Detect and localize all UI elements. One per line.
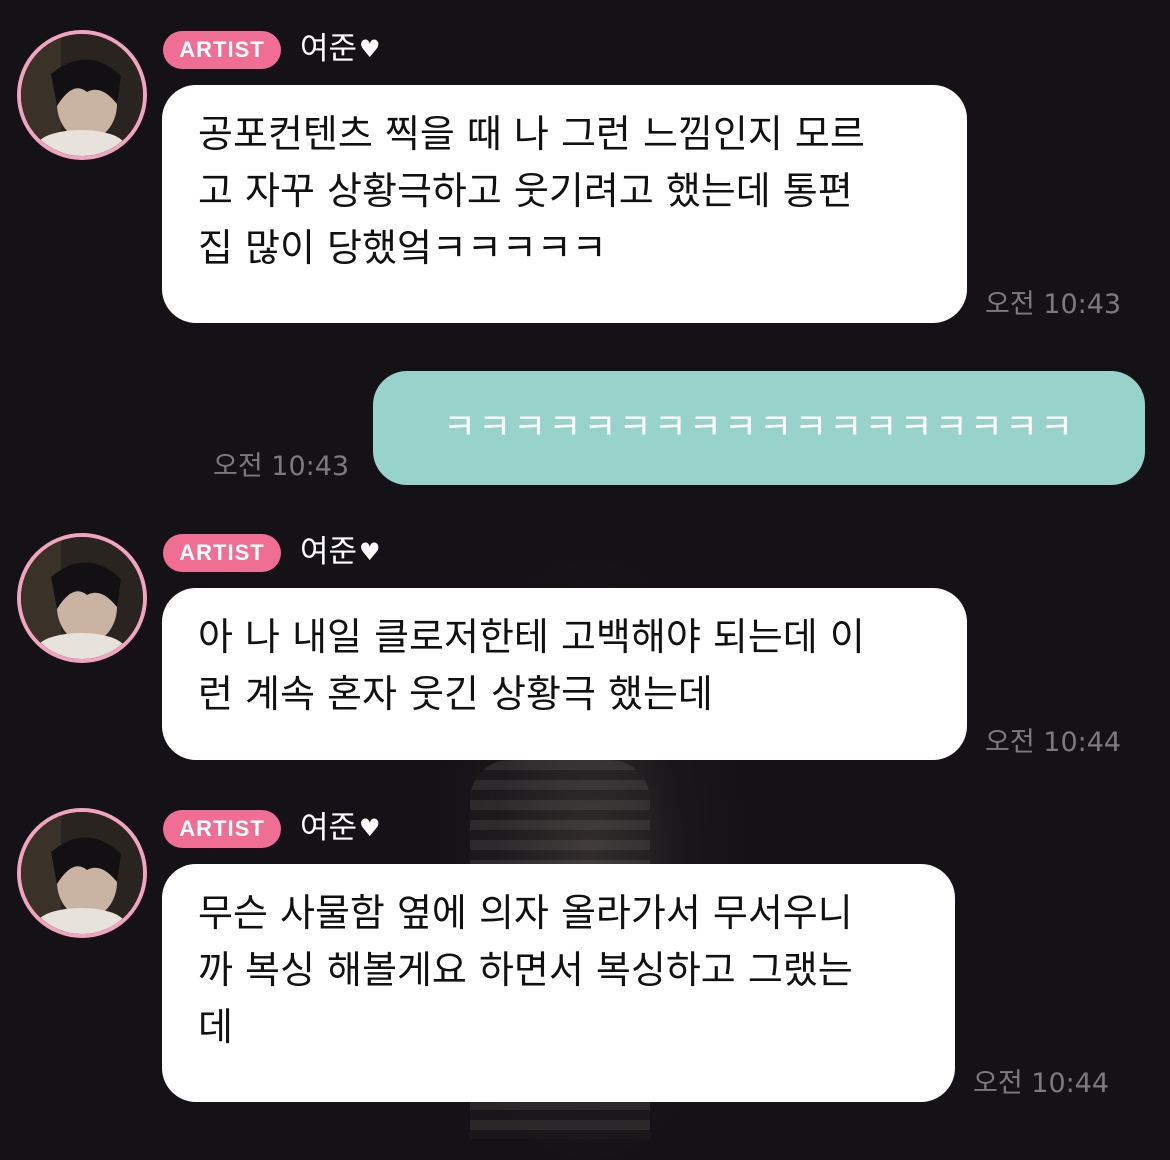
message-timestamp: 오전 10:43 bbox=[213, 451, 350, 482]
artist-avatar[interactable] bbox=[17, 808, 147, 938]
artist-badge: ARTIST bbox=[163, 31, 281, 69]
artist-avatar[interactable] bbox=[17, 533, 147, 663]
heart-icon: ♥ bbox=[359, 35, 381, 63]
sender-name[interactable]: 여준♥ bbox=[300, 29, 381, 69]
my-message-bubble[interactable]: ㅋㅋㅋㅋㅋㅋㅋㅋㅋㅋㅋㅋㅋㅋㅋㅋㅋㅋ bbox=[373, 371, 1145, 485]
avatar-photo bbox=[21, 537, 143, 659]
avatar-photo bbox=[21, 34, 143, 156]
avatar-photo bbox=[21, 812, 143, 934]
artist-avatar[interactable] bbox=[17, 30, 147, 160]
artist-message-bubble[interactable]: 공포컨텐츠 찍을 때 나 그런 느낌인지 모르 고 자꾸 상황극하고 웃기려고 … bbox=[162, 85, 967, 323]
sender-name-text: 여준 bbox=[300, 534, 358, 570]
message-timestamp: 오전 10:44 bbox=[985, 727, 1122, 758]
artist-badge: ARTIST bbox=[163, 810, 281, 848]
sender-name[interactable]: 여준♥ bbox=[300, 532, 381, 572]
artist-badge: ARTIST bbox=[163, 534, 281, 572]
artist-message-bubble[interactable]: 무슨 사물함 옆에 의자 올라가서 무서우니 까 복싱 해볼게요 하면서 복싱하… bbox=[162, 864, 955, 1102]
message-timestamp: 오전 10:43 bbox=[985, 289, 1122, 320]
sender-name-text: 여준 bbox=[300, 31, 358, 67]
message-timestamp: 오전 10:44 bbox=[973, 1068, 1110, 1099]
heart-icon: ♥ bbox=[359, 814, 381, 842]
sender-name[interactable]: 여준♥ bbox=[300, 808, 381, 848]
sender-name-text: 여준 bbox=[300, 810, 358, 846]
heart-icon: ♥ bbox=[359, 538, 381, 566]
artist-message-bubble[interactable]: 아 나 내일 클로저한테 고백해야 되는데 이 런 계속 혼자 웃긴 상황극 했… bbox=[162, 588, 967, 760]
